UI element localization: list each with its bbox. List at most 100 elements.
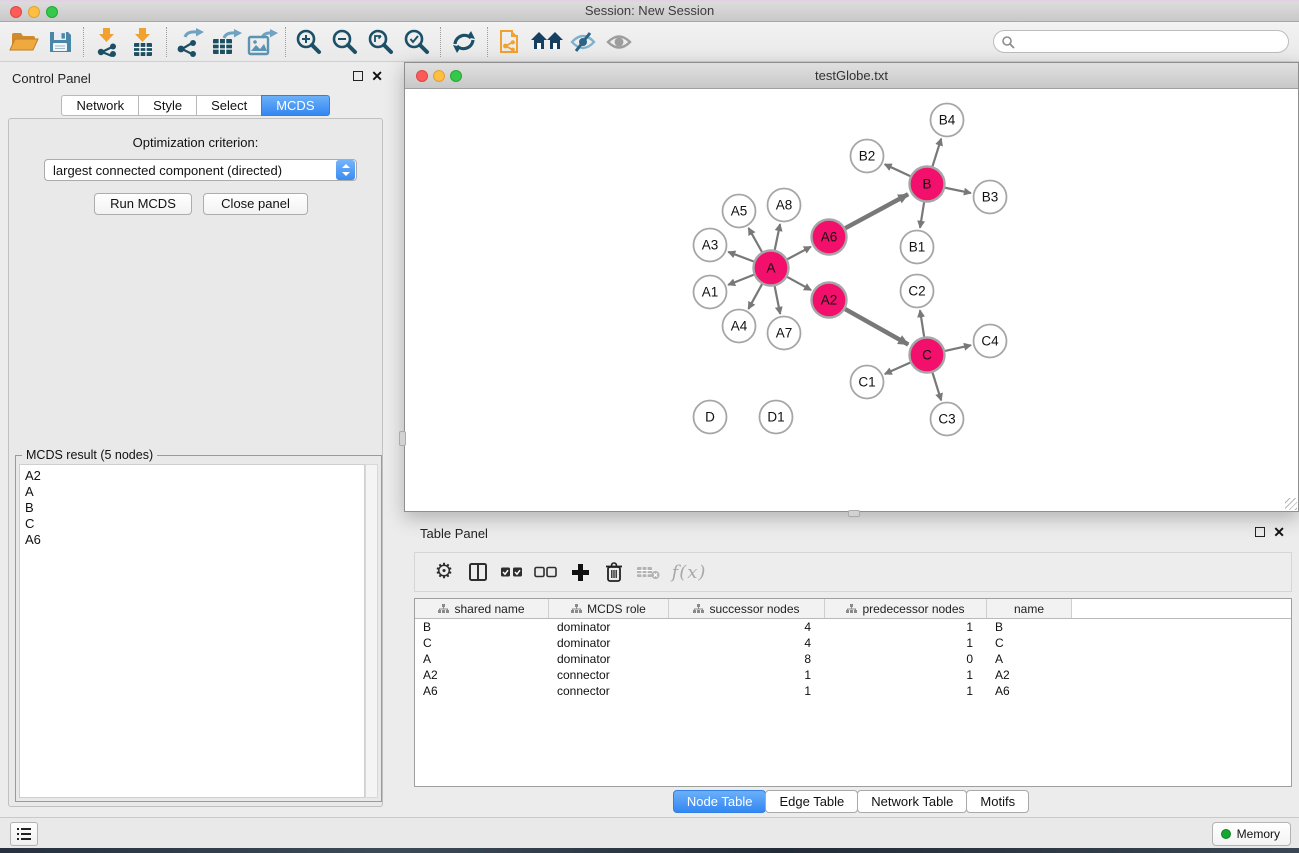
node-A4[interactable]: A4 (723, 310, 756, 343)
delete-column-icon[interactable] (597, 556, 631, 588)
node-D[interactable]: D (694, 401, 727, 434)
horizontal-scroll-indicator[interactable] (848, 510, 860, 517)
table-panel: Table Panel ✕ ⚙ (404, 520, 1299, 815)
node-C2[interactable]: C2 (901, 275, 934, 308)
node-A[interactable]: A (754, 251, 789, 286)
result-list-scrollbar[interactable] (365, 464, 378, 798)
show-eye-icon[interactable] (601, 25, 637, 59)
tab-mcds[interactable]: MCDS (261, 95, 329, 116)
refresh-icon[interactable] (446, 25, 482, 59)
node-A2[interactable]: A2 (812, 283, 847, 318)
search-input[interactable] (1019, 33, 1288, 51)
tab-edge-table[interactable]: Edge Table (765, 790, 858, 813)
mcds-result-item[interactable]: A (25, 484, 364, 500)
export-network-icon[interactable] (172, 25, 208, 59)
float-table-panel-icon[interactable] (1255, 527, 1265, 537)
open-session-icon[interactable] (6, 25, 42, 59)
import-network-icon[interactable] (89, 25, 125, 59)
column-header-predecessor-nodes[interactable]: predecessor nodes (825, 599, 987, 618)
svg-text:C3: C3 (938, 412, 955, 427)
export-image-icon[interactable] (244, 25, 280, 59)
tab-node-table[interactable]: Node Table (673, 790, 767, 813)
node-B2[interactable]: B2 (851, 140, 884, 173)
memory-button[interactable]: Memory (1212, 822, 1291, 846)
toggle-column-icon[interactable] (461, 556, 495, 588)
mcds-result-item[interactable]: A6 (25, 532, 364, 548)
zoom-fit-icon[interactable] (363, 25, 399, 59)
settings-gear-icon[interactable]: ⚙ (427, 556, 461, 588)
node-B4[interactable]: B4 (931, 104, 964, 137)
session-title: Session: New Session (0, 3, 1299, 18)
save-session-icon[interactable] (42, 25, 78, 59)
node-B1[interactable]: B1 (901, 231, 934, 264)
node-A8[interactable]: A8 (768, 189, 801, 222)
network-view-window: testGlobe.txt B4 B2 B B3 A5 A8 A6 A3 A B1 A1 A2 C2 A4… (404, 62, 1299, 512)
close-table-panel-icon[interactable]: ✕ (1273, 527, 1285, 537)
column-header-successor-nodes[interactable]: successor nodes (669, 599, 825, 618)
svg-text:C4: C4 (981, 334, 999, 349)
import-table-icon[interactable] (125, 25, 161, 59)
function-builder-icon[interactable]: f(x) (665, 556, 713, 588)
tab-style[interactable]: Style (138, 95, 197, 116)
zoom-selected-icon[interactable] (399, 25, 435, 59)
node-A5[interactable]: A5 (723, 195, 756, 228)
vertical-scroll-indicator[interactable] (399, 431, 406, 446)
table-tabs: Node Table Edge Table Network Table Moti… (404, 790, 1299, 813)
zoom-in-icon[interactable] (291, 25, 327, 59)
float-panel-icon[interactable] (353, 71, 363, 81)
node-A7[interactable]: A7 (768, 317, 801, 350)
node-C[interactable]: C (910, 338, 945, 373)
node-A6[interactable]: A6 (812, 220, 847, 255)
mcds-result-item[interactable]: A2 (25, 468, 364, 484)
search-field[interactable] (993, 30, 1289, 53)
tab-network[interactable]: Network (61, 95, 139, 116)
node-A3[interactable]: A3 (694, 229, 727, 262)
task-history-button[interactable] (10, 822, 38, 846)
close-panel-button[interactable]: Close panel (203, 193, 308, 215)
export-table-icon[interactable] (208, 25, 244, 59)
status-bar: Memory (0, 817, 1299, 848)
close-panel-icon[interactable]: ✕ (371, 71, 383, 81)
table-cell: C (415, 636, 549, 650)
column-header-shared-name[interactable]: shared name (415, 599, 549, 618)
svg-text:A5: A5 (731, 204, 748, 219)
table-row[interactable]: Cdominator41C (415, 635, 1291, 651)
tab-select[interactable]: Select (196, 95, 262, 116)
network-canvas[interactable]: B4 B2 B B3 A5 A8 A6 A3 A B1 A1 A2 C2 A4 A7 C4 C C1 D D1 C3 (405, 89, 1298, 511)
resize-grip[interactable] (1285, 498, 1297, 510)
new-document-network-icon[interactable] (493, 25, 529, 59)
node-C4[interactable]: C4 (974, 325, 1007, 358)
zoom-out-icon[interactable] (327, 25, 363, 59)
network-window-titlebar[interactable]: testGlobe.txt (405, 63, 1298, 89)
home-icon[interactable] (529, 25, 565, 59)
svg-text:D: D (705, 410, 715, 425)
node-B3[interactable]: B3 (974, 181, 1007, 214)
deselect-all-icon[interactable] (529, 556, 563, 588)
table-row[interactable]: A6connector11A6 (415, 683, 1291, 699)
hide-eye-icon[interactable] (565, 25, 601, 59)
table-row[interactable]: Bdominator41B (415, 619, 1291, 635)
criterion-select[interactable]: largest connected component (directed) (44, 159, 357, 181)
mcds-result-box: MCDS result (5 nodes) A2ABCA6 (15, 455, 382, 802)
mcds-result-list[interactable]: A2ABCA6 (19, 464, 365, 798)
node-C3[interactable]: C3 (931, 403, 964, 436)
node-D1[interactable]: D1 (760, 401, 793, 434)
node-C1[interactable]: C1 (851, 366, 884, 399)
add-column-icon[interactable] (563, 556, 597, 588)
table-cell: 1 (669, 684, 825, 698)
column-header-name[interactable]: name (987, 599, 1072, 618)
mcds-result-item[interactable]: C (25, 516, 364, 532)
node-A1[interactable]: A1 (694, 276, 727, 309)
run-mcds-button[interactable]: Run MCDS (94, 193, 192, 215)
column-header-MCDS-role[interactable]: MCDS role (549, 599, 669, 618)
tab-network-table[interactable]: Network Table (857, 790, 967, 813)
node-B[interactable]: B (910, 167, 945, 202)
select-all-icon[interactable] (495, 556, 529, 588)
svg-text:B2: B2 (859, 149, 876, 164)
tab-motifs[interactable]: Motifs (966, 790, 1029, 813)
mcds-result-item[interactable]: B (25, 500, 364, 516)
table-row[interactable]: Adominator80A (415, 651, 1291, 667)
table-row[interactable]: A2connector11A2 (415, 667, 1291, 683)
delete-table-icon[interactable] (631, 556, 665, 588)
table-cell: B (987, 620, 1072, 634)
